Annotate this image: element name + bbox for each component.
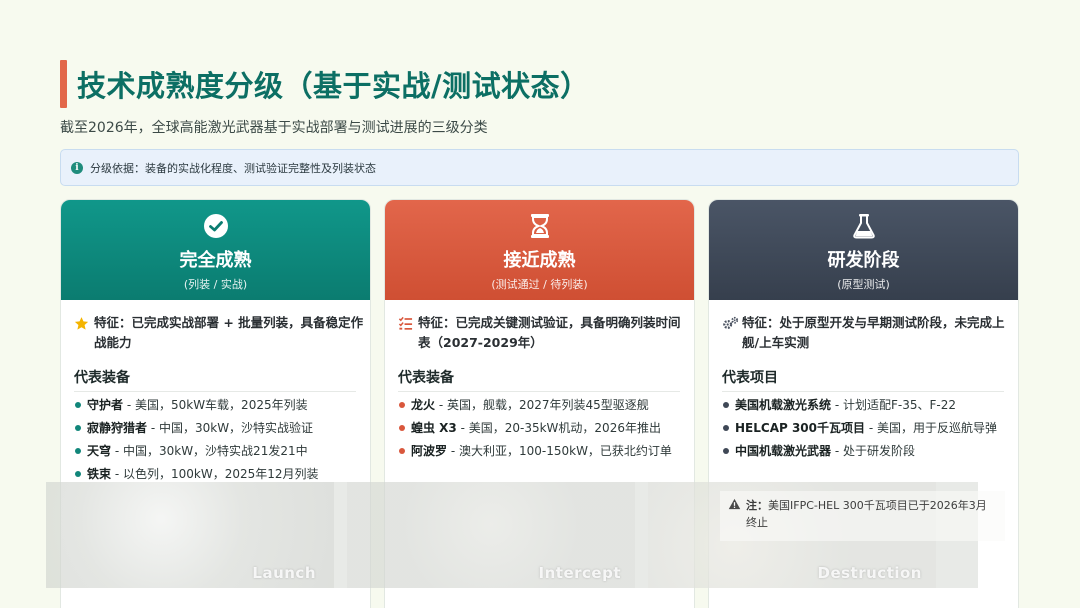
item-name: 守护者	[87, 398, 124, 412]
gears-icon	[722, 316, 742, 353]
list-item: 龙火 - 英国，舰载，2027年列装45型驱逐舰	[398, 396, 684, 415]
item-desc: - 中国，30kW，沙特实战21发21中	[111, 444, 308, 458]
item-desc: - 英国，舰载，2027年列装45型驱逐舰	[435, 398, 649, 412]
panel-label: Destruction	[817, 564, 922, 582]
item-desc: - 美国，50kW车载，2025年列装	[123, 398, 308, 412]
warning-icon	[728, 498, 746, 535]
item-name: 中国机载激光武器	[735, 444, 832, 458]
panel-label: Launch	[252, 564, 316, 582]
item-desc: - 美国，用于反巡航导弹	[865, 421, 997, 435]
equipment-list: 龙火 - 英国，舰载，2027年列装45型驱逐舰 蝗虫 X3 - 美国，20-3…	[398, 396, 684, 465]
footnote: 注：美国IFPC-HEL 300千瓦项目已于2026年3月终止	[720, 491, 1005, 541]
item-desc: - 中国，30kW，沙特实战验证	[147, 421, 314, 435]
page-title-block: 技术成熟度分级（基于实战/测试状态）	[60, 60, 590, 108]
equipment-list: 守护者 - 美国，50kW车载，2025年列装 寂静狩猎者 - 中国，30kW，…	[74, 396, 360, 488]
item-name: 美国机载激光系统	[735, 398, 832, 412]
classification-basis-banner: i 分级依据：装备的实战化程度、测试验证完整性及列装状态	[60, 149, 1019, 186]
classification-basis-text: 分级依据：装备的实战化程度、测试验证完整性及列装状态	[90, 161, 376, 175]
list-item: HELCAP 300千瓦项目 - 美国，用于反巡航导弹	[722, 419, 1008, 438]
list-item: 美国机载激光系统 - 计划适配F-35、F-22	[722, 396, 1008, 415]
list-item: 守护者 - 美国，50kW车载，2025年列装	[74, 396, 360, 415]
section-title: 代表项目	[722, 367, 1004, 392]
item-desc: - 以色列，100kW，2025年12月列装	[111, 467, 319, 481]
footnote-label: 注：	[746, 499, 768, 512]
item-desc: - 美国，20-35kW机动，2026年推出	[456, 421, 661, 435]
hourglass-icon	[526, 212, 554, 240]
footnote-body: 美国IFPC-HEL 300千瓦项目已于2026年3月终止	[746, 499, 987, 529]
list-item: 蝗虫 X3 - 美国，20-35kW机动，2026年推出	[398, 419, 684, 438]
item-name: 寂静狩猎者	[87, 421, 148, 435]
list-item: 中国机载激光武器 - 处于研发阶段	[722, 442, 1008, 461]
card-header: 接近成熟 (测试通过 / 待列装)	[385, 200, 694, 300]
card-title: 研发阶段	[827, 250, 900, 271]
card-feature-text: 特征：已完成关键测试验证，具备明确列装时间表（2027-2029年）	[418, 315, 681, 350]
intercept-image-panel: Intercept	[347, 482, 635, 588]
item-name: 蝗虫 X3	[411, 421, 457, 435]
item-desc: - 计划适配F-35、F-22	[831, 398, 956, 412]
card-header: 研发阶段 (原型测试)	[709, 200, 1018, 300]
card-subtitle: (原型测试)	[837, 278, 890, 291]
item-desc: - 澳大利亚，100-150kW，已获北约订单	[447, 444, 672, 458]
card-feature: 特征：处于原型开发与早期测试阶段，未完成上舰/上车实测	[722, 313, 1014, 353]
checklist-icon	[398, 316, 418, 353]
panel-label: Intercept	[538, 564, 621, 582]
list-item: 阿波罗 - 澳大利亚，100-150kW，已获北约订单	[398, 442, 684, 461]
title-accent-bar	[60, 60, 67, 108]
section-title: 代表装备	[74, 367, 356, 392]
card-title: 接近成熟	[503, 250, 576, 271]
card-header: 完全成熟 (列装 / 实战)	[61, 200, 370, 300]
card-subtitle: (列装 / 实战)	[183, 278, 248, 291]
item-desc: - 处于研发阶段	[831, 444, 915, 458]
launch-image-panel: Launch	[46, 482, 334, 588]
star-icon	[74, 316, 94, 353]
card-title: 完全成熟	[179, 250, 252, 271]
section-title: 代表装备	[398, 367, 680, 392]
footnote-text: 注：美国IFPC-HEL 300千瓦项目已于2026年3月终止	[746, 497, 997, 535]
check-circle-icon	[202, 212, 230, 240]
card-feature-text: 特征：已完成实战部署 + 批量列装，具备稳定作战能力	[94, 315, 364, 350]
item-name: 龙火	[411, 398, 436, 412]
card-feature: 特征：已完成关键测试验证，具备明确列装时间表（2027-2029年）	[398, 313, 690, 353]
page-subtitle: 截至2026年，全球高能激光武器基于实战部署与测试进展的三级分类	[60, 120, 488, 136]
page-title: 技术成熟度分级（基于实战/测试状态）	[77, 69, 590, 103]
list-item: 寂静狩猎者 - 中国，30kW，沙特实战验证	[74, 419, 360, 438]
project-list: 美国机载激光系统 - 计划适配F-35、F-22 HELCAP 300千瓦项目 …	[722, 396, 1008, 465]
card-feature-text: 特征：处于原型开发与早期测试阶段，未完成上舰/上车实测	[742, 315, 1005, 350]
card-subtitle: (测试通过 / 待列装)	[491, 278, 588, 291]
item-name: HELCAP 300千瓦项目	[735, 421, 866, 435]
item-name: 天穹	[87, 444, 112, 458]
card-feature: 特征：已完成实战部署 + 批量列装，具备稳定作战能力	[74, 313, 366, 353]
item-name: 阿波罗	[411, 444, 448, 458]
flask-icon	[850, 212, 878, 240]
info-icon: i	[71, 161, 83, 174]
item-name: 铁束	[87, 467, 112, 481]
list-item: 天穹 - 中国，30kW，沙特实战21发21中	[74, 442, 360, 461]
